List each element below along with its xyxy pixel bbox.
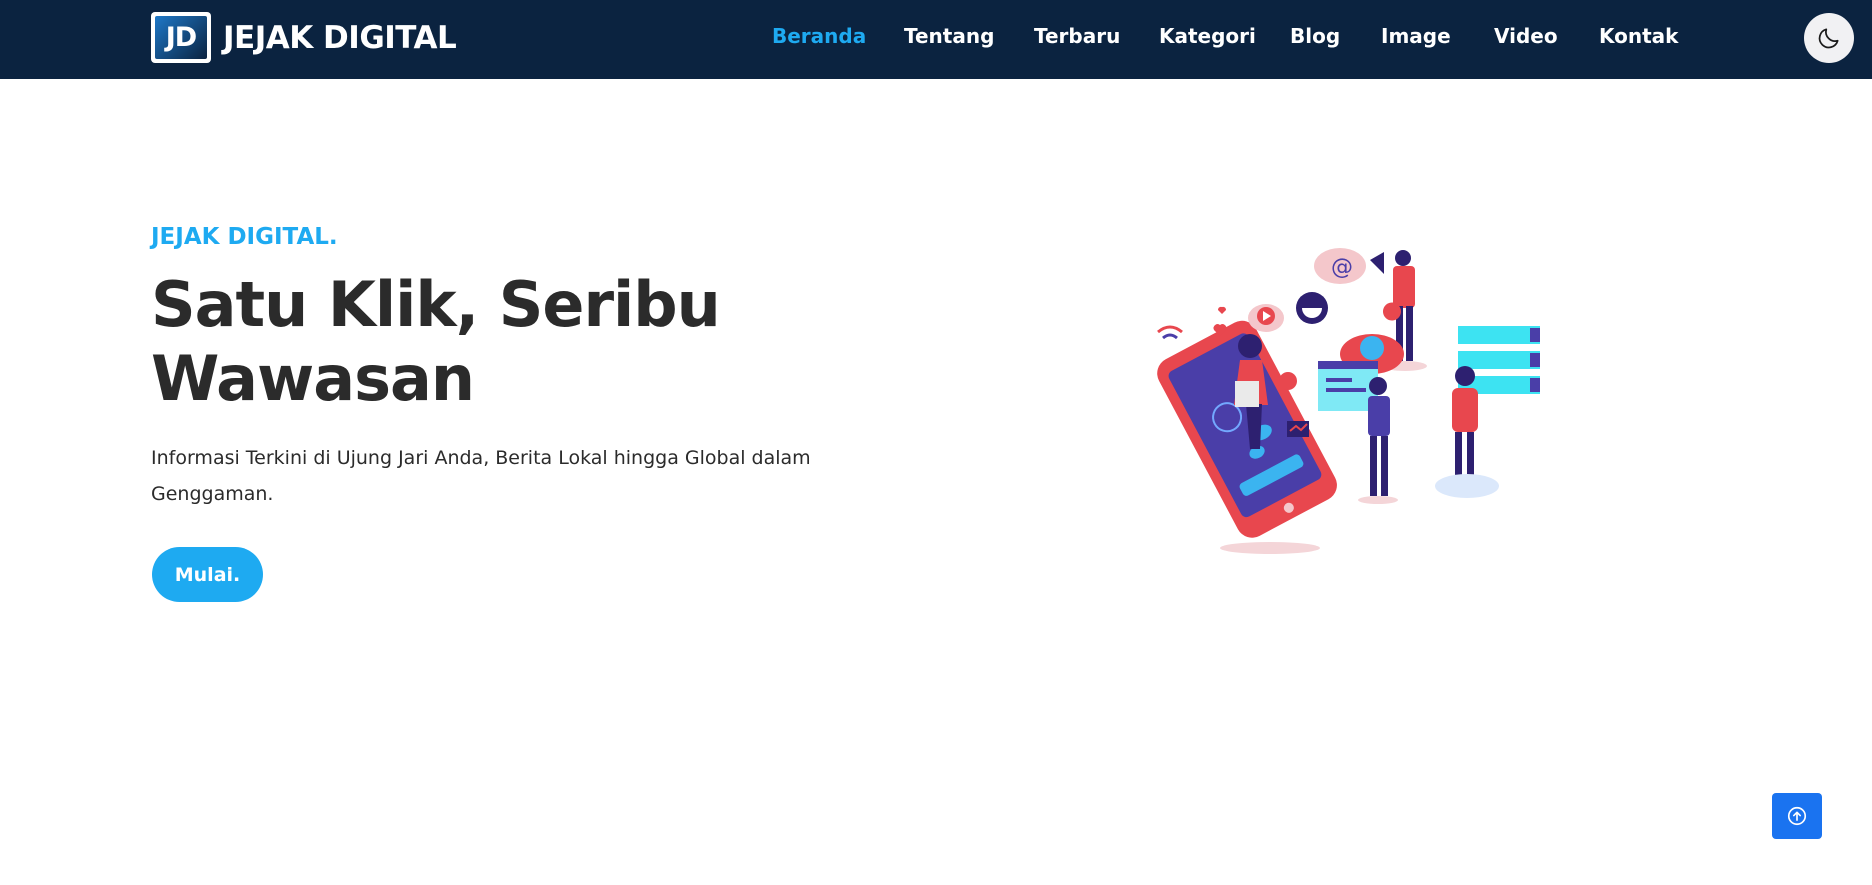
hero-title: Satu Klik, Seribu Wawasan <box>151 268 851 416</box>
hero-description: Informasi Terkini di Ujung Jari Anda, Be… <box>151 447 811 505</box>
hero-title-line1: Satu Klik, Seribu <box>151 268 721 341</box>
scroll-to-top-button[interactable] <box>1772 793 1822 839</box>
nav-link-kategori[interactable]: Kategori <box>1159 24 1256 48</box>
start-button[interactable]: Mulai. <box>152 547 263 602</box>
nav-link-beranda[interactable]: Beranda <box>772 24 866 48</box>
nav-link-tentang[interactable]: Tentang <box>904 24 994 48</box>
hero-title-line2: Wawasan <box>151 342 475 415</box>
theme-toggle-button[interactable] <box>1804 13 1854 63</box>
navbar: JD JEJAK DIGITAL Beranda Tentang Terbaru… <box>0 0 1872 79</box>
arrow-up-circle-icon <box>1787 806 1807 826</box>
main-nav: Beranda Tentang Terbaru Kategori Blog Im… <box>0 0 1872 79</box>
moon-icon <box>1818 28 1839 49</box>
svg-text:@: @ <box>1331 255 1353 280</box>
nav-link-blog[interactable]: Blog <box>1290 24 1340 48</box>
nav-link-kontak[interactable]: Kontak <box>1599 24 1678 48</box>
nav-link-video[interactable]: Video <box>1494 24 1558 48</box>
nav-link-image[interactable]: Image <box>1381 24 1451 48</box>
hero-eyebrow: JEJAK DIGITAL. <box>151 224 338 250</box>
social-media-illustration: @ <box>1157 248 1540 554</box>
nav-link-terbaru[interactable]: Terbaru <box>1034 24 1120 48</box>
